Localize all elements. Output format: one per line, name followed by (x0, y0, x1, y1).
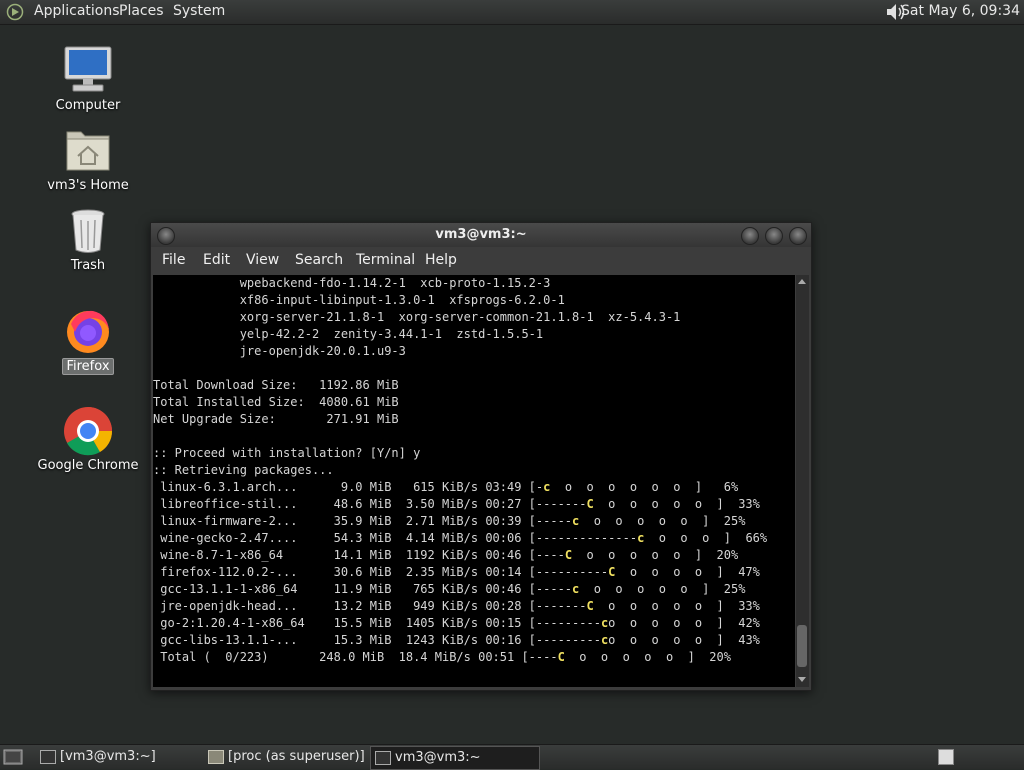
terminal-line: xf86-input-libinput-1.3.0-1 xfsprogs-6.2… (153, 293, 565, 307)
terminal-line: :: Retrieving packages... (153, 463, 334, 477)
scroll-up-icon[interactable] (798, 279, 806, 284)
menu-file[interactable]: File (162, 252, 185, 268)
firefox-icon (67, 310, 109, 353)
system-menu[interactable]: System (173, 3, 225, 19)
maximize-icon[interactable] (765, 227, 783, 245)
desktop-icon-label: Firefox (62, 358, 114, 375)
terminal-line: xorg-server-21.1.8-1 xorg-server-common-… (153, 310, 681, 324)
places-menu[interactable]: Places (119, 3, 164, 19)
desktop-icon-home[interactable]: vm3's Home (33, 126, 143, 193)
download-row: wine-gecko-2.47.... 54.3 MiB 4.14 MiB/s … (153, 531, 768, 545)
scrollbar-thumb[interactable] (797, 625, 807, 667)
window-titlebar[interactable]: vm3@vm3:~ (151, 223, 811, 247)
window-title: vm3@vm3:~ (435, 227, 527, 242)
desktop-icon-label: vm3's Home (47, 178, 129, 193)
desktop-icon-firefox[interactable]: Firefox (33, 306, 143, 375)
terminal-line: yelp-42.2-2 zenity-3.44.1-1 zstd-1.5.5-1 (153, 327, 544, 341)
download-row: linux-firmware-2... 35.9 MiB 2.71 MiB/s … (153, 514, 746, 528)
download-row: gcc-libs-13.1.1-... 15.3 MiB 1243 KiB/s … (153, 633, 760, 647)
download-row: go-2:1.20.4-1-x86_64 15.5 MiB 1405 KiB/s… (153, 616, 760, 630)
distro-logo-icon[interactable] (6, 3, 24, 21)
terminal-line: jre-openjdk-20.0.1.u9-3 (153, 344, 406, 358)
show-desktop-icon[interactable] (3, 748, 23, 766)
terminal-window[interactable]: vm3@vm3:~ File Edit View Search Terminal… (150, 222, 812, 691)
clock[interactable]: Sat May 6, 09:34 (901, 3, 1020, 19)
taskbar-item-label: vm3@vm3:~ (395, 750, 481, 765)
chrome-icon (64, 407, 113, 456)
workspace-switcher[interactable] (938, 749, 954, 765)
download-row: libreoffice-stil... 48.6 MiB 3.50 MiB/s … (153, 497, 760, 511)
desktop-icon-computer[interactable]: Computer (33, 44, 143, 113)
window-menubar: File Edit View Search Terminal Help (151, 249, 811, 273)
terminal-line: :: Proceed with installation? [Y/n] y (153, 446, 421, 460)
taskbar-item-label: [proc (as superuser)] (228, 749, 365, 764)
close-icon[interactable] (789, 227, 807, 245)
trash-icon (71, 209, 105, 253)
download-row-total: Total ( 0/223) 248.0 MiB 18.4 MiB/s 00:5… (153, 650, 731, 664)
menu-edit[interactable]: Edit (203, 252, 230, 268)
download-row: jre-openjdk-head... 13.2 MiB 949 KiB/s 0… (153, 599, 760, 613)
computer-icon (64, 46, 112, 92)
menu-terminal[interactable]: Terminal (356, 252, 415, 268)
window-menu-icon[interactable] (157, 227, 175, 245)
download-row: firefox-112.0.2-... 30.6 MiB 2.35 MiB/s … (153, 565, 760, 579)
terminal-scrollbar[interactable] (796, 275, 809, 687)
desktop-icon-label: Computer (55, 98, 121, 113)
desktop-icon-trash[interactable]: Trash (33, 206, 143, 273)
taskbar-item-proc[interactable]: [proc (as superuser)] (204, 746, 378, 768)
menu-help[interactable]: Help (425, 252, 457, 268)
desktop-icon-label: Google Chrome (37, 458, 139, 473)
home-folder-icon (66, 131, 110, 171)
terminal-line: wpebackend-fdo-1.14.2-1 xcb-proto-1.15.2… (153, 276, 551, 290)
terminal-icon (40, 750, 56, 764)
minimize-icon[interactable] (741, 227, 759, 245)
taskbar-item-label: [vm3@vm3:~] (60, 749, 156, 764)
terminal-line: Net Upgrade Size: 271.91 MiB (153, 412, 399, 426)
download-row: wine-8.7-1-x86_64 14.1 MiB 1192 KiB/s 00… (153, 548, 739, 562)
folder-icon (208, 750, 224, 764)
terminal-line: Total Installed Size: 4080.61 MiB (153, 395, 399, 409)
menu-view[interactable]: View (246, 252, 279, 268)
menu-search[interactable]: Search (295, 252, 343, 268)
bottom-panel: [vm3@vm3:~] [proc (as superuser)] vm3@vm… (0, 744, 1024, 770)
terminal-line: Total Download Size: 1192.86 MiB (153, 378, 399, 392)
download-row: gcc-13.1.1-1-x86_64 11.9 MiB 765 KiB/s 0… (153, 582, 746, 596)
terminal-icon (375, 751, 391, 765)
taskbar-item-terminal-active[interactable]: vm3@vm3:~ (370, 746, 540, 770)
scroll-down-icon[interactable] (798, 677, 806, 682)
taskbar-item-terminal-1[interactable]: [vm3@vm3:~] (36, 746, 200, 768)
desktop-icon-chrome[interactable]: Google Chrome (33, 406, 143, 473)
terminal-output[interactable]: wpebackend-fdo-1.14.2-1 xcb-proto-1.15.2… (153, 275, 795, 687)
download-row: linux-6.3.1.arch... 9.0 MiB 615 KiB/s 03… (153, 480, 739, 494)
applications-menu[interactable]: Applications (34, 3, 120, 19)
top-panel: Applications Places System Sat May 6, 09… (0, 0, 1024, 25)
desktop-icon-label: Trash (70, 258, 106, 273)
